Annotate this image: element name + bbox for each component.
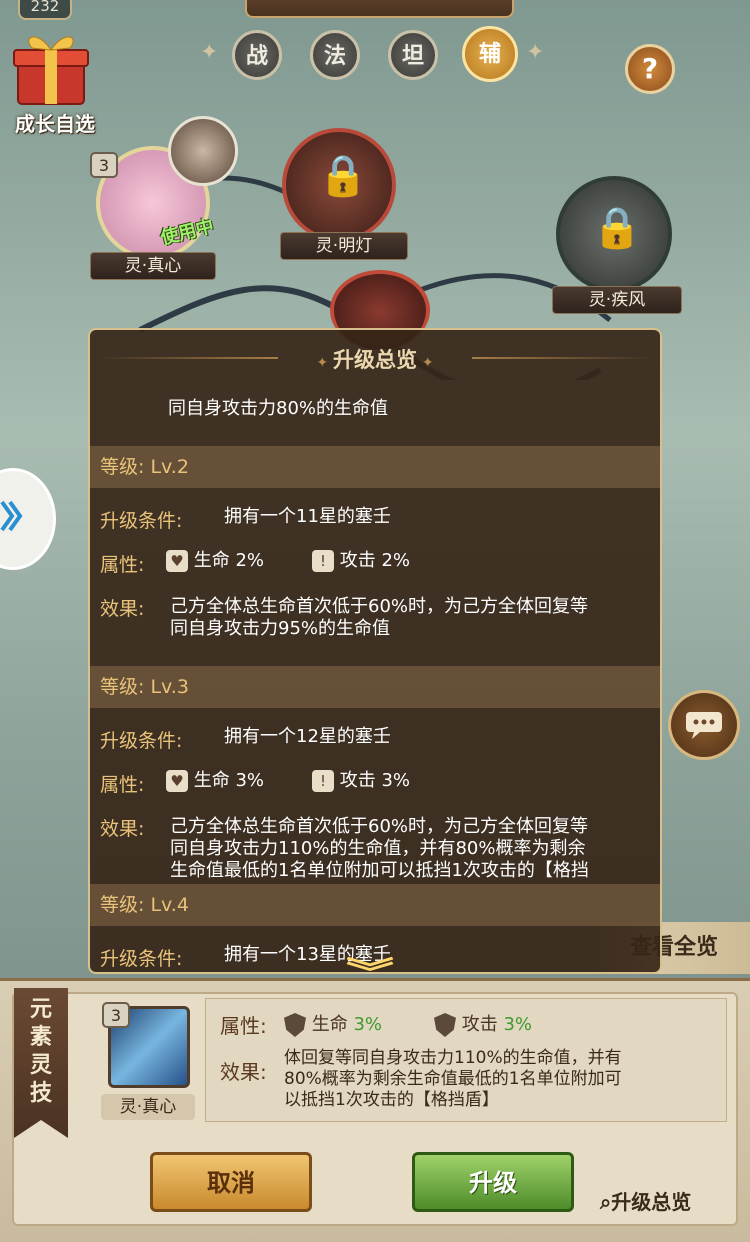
upgrade-overview-panel: ✦ 升级总览 ✦ 同自身攻击力80%的生命值 等级: Lv.2 升级条件: 拥有… xyxy=(88,328,662,974)
condition-label: 升级条件: xyxy=(100,510,183,532)
class-tab-fighter[interactable]: 战 xyxy=(232,30,282,80)
attr-hp: ♥ 生命 2% xyxy=(166,550,264,572)
level-bar: 等级: Lv.3 xyxy=(90,666,660,708)
sparkle-icon: ✦ xyxy=(200,40,219,65)
cancel-button[interactable]: 取消 xyxy=(150,1152,312,1212)
level-bar: 等级: Lv.2 xyxy=(90,446,660,488)
level-label: 等级: Lv.3 xyxy=(100,676,189,698)
chat-bubble-icon xyxy=(686,711,722,739)
heart-icon: ♥ xyxy=(166,770,188,792)
node-label-jifeng: 灵·疾风 xyxy=(552,286,682,314)
condition-label: 升级条件: xyxy=(100,730,183,752)
attr-label: 属性: xyxy=(100,774,145,796)
effect-text: 己方全体总生命首次低于60%时，为己方全体回复等 同自身攻击力110%的生命值，… xyxy=(170,816,589,881)
heart-icon: ♥ xyxy=(166,550,188,572)
attr-atk: ! 攻击 2% xyxy=(312,550,410,572)
effect-text: 己方全体总生命首次低于60%时，为己方全体回复等 同自身攻击力95%的生命值 xyxy=(170,596,589,639)
condition-text: 拥有一个12星的塞壬 xyxy=(224,726,391,747)
upgrade-overview-link[interactable]: ⌕升级总览 xyxy=(600,1186,691,1215)
level-label: 等级: Lv.2 xyxy=(100,456,189,478)
effect-label: 效果: xyxy=(220,1060,267,1084)
atk-attr: 攻击 3% xyxy=(434,1010,532,1037)
attr-atk: ! 攻击 3% xyxy=(312,770,410,792)
sword-icon: ! xyxy=(312,550,334,572)
class-tab-mage[interactable]: 法 xyxy=(310,30,360,80)
class-tab-support[interactable]: 辅 xyxy=(462,26,518,82)
chat-button[interactable] xyxy=(668,690,740,760)
panel-title: ✦ 升级总览 ✦ xyxy=(316,348,434,372)
counter-badge: 232 xyxy=(18,0,72,20)
attr-label: 属性: xyxy=(100,554,145,576)
level-bar: 等级: Lv.4 xyxy=(90,884,660,926)
help-button[interactable]: ? xyxy=(625,44,675,94)
sword-icon: ! xyxy=(312,770,334,792)
effect-text: 体回复等同自身攻击力110%的生命值，并有 80%概率为剩余生命值最低的1名单位… xyxy=(284,1048,622,1110)
avatar xyxy=(168,116,238,186)
gift-box-icon[interactable] xyxy=(8,24,94,110)
node-level-badge: 3 xyxy=(90,152,118,178)
condition-label: 升级条件: xyxy=(100,948,183,970)
node-label-mingdeng: 灵·明灯 xyxy=(280,232,408,260)
condition-text: 拥有一个11星的塞壬 xyxy=(224,506,391,527)
attr-hp: ♥ 生命 3% xyxy=(166,770,264,792)
attack-icon xyxy=(434,1013,456,1037)
intro-text: 同自身攻击力80%的生命值 xyxy=(168,398,389,419)
lock-icon: 🔒 xyxy=(318,153,368,199)
attr-label: 属性: xyxy=(220,1014,267,1038)
ornament-icon: ✦ xyxy=(417,355,434,371)
skill-name: 灵·真心 xyxy=(101,1094,195,1120)
skill-level-badge: 3 xyxy=(102,1002,130,1028)
sparkle-icon: ✦ xyxy=(526,40,545,65)
lock-icon: 🔒 xyxy=(592,205,642,251)
title-tab xyxy=(245,0,514,18)
ornament-icon: ✦ xyxy=(316,355,333,371)
hp-attr: 生命 3% xyxy=(284,1010,382,1037)
level-label: 等级: Lv.4 xyxy=(100,894,189,916)
element-skill-tag: 元素 灵技 xyxy=(14,988,68,1138)
node-label-zhenxin: 灵·真心 xyxy=(90,252,216,280)
double-chevron-right-icon xyxy=(0,500,23,532)
effect-label: 效果: xyxy=(100,818,145,840)
shield-icon xyxy=(284,1013,306,1037)
upgrade-button[interactable]: 升级 xyxy=(412,1152,574,1212)
effect-label: 效果: xyxy=(100,598,145,620)
class-tab-tank[interactable]: 坦 xyxy=(388,30,438,80)
magnifier-icon: ⌕ xyxy=(600,1190,612,1214)
